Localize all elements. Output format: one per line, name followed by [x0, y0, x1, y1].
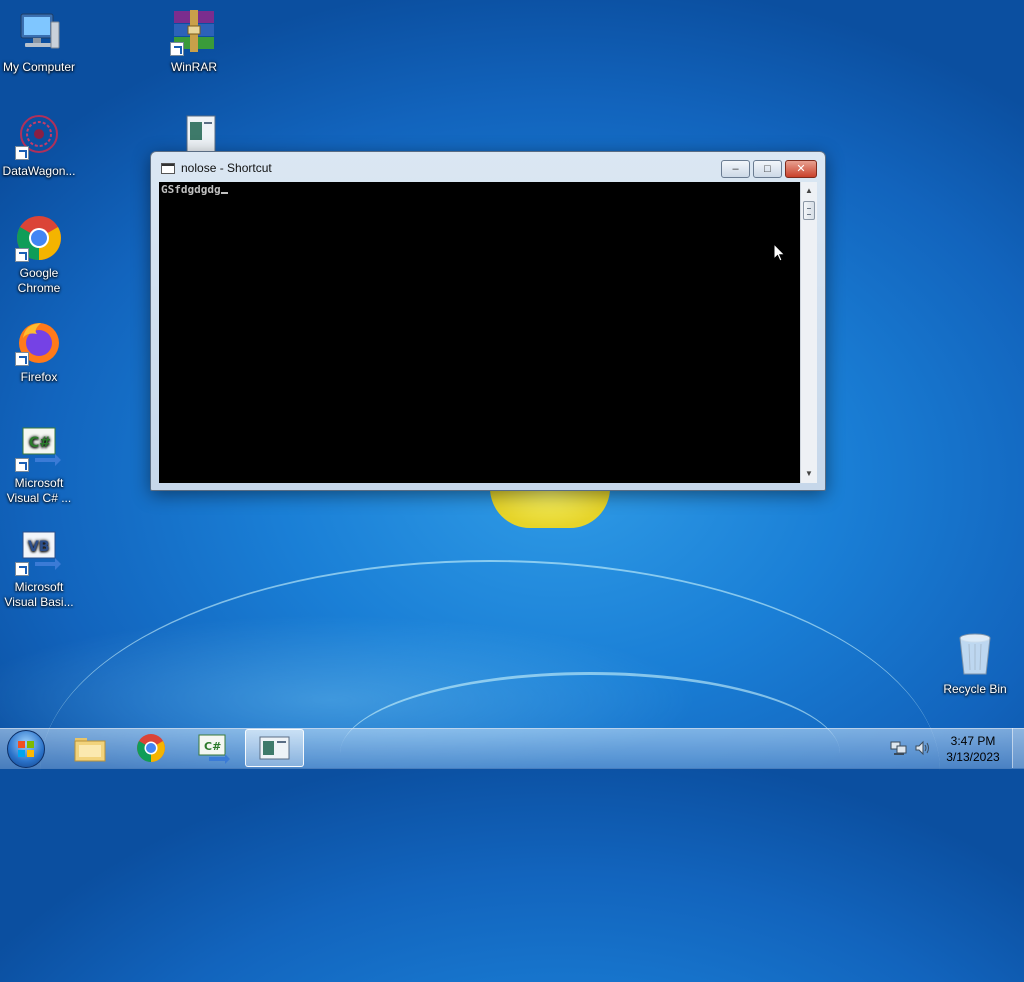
visual-basic-icon: VB — [15, 528, 63, 576]
scroll-up-arrow-icon[interactable]: ▲ — [801, 183, 817, 199]
vertical-scrollbar[interactable]: ▲ ▼ — [800, 182, 817, 483]
console-output-area[interactable]: GSfdgdgdg — [159, 182, 800, 483]
window-title: nolose - Shortcut — [181, 161, 272, 175]
taskbar-visual-csharp-button[interactable]: C# — [185, 729, 241, 767]
console-window[interactable]: nolose - Shortcut – □ ✕ GSfdgdgdg ▲ ▼ — [150, 151, 826, 491]
scrollbar-thumb[interactable] — [803, 201, 815, 220]
desktop-icon-label: Recycle Bin — [943, 682, 1007, 696]
desktop-icon-label: DataWagon... — [2, 164, 76, 178]
folder-icon — [74, 738, 106, 762]
show-desktop-button[interactable] — [1012, 728, 1024, 768]
windows-logo-icon — [18, 741, 34, 757]
clock-time: 3:47 PM — [950, 734, 996, 748]
taskbar-console-button[interactable] — [245, 729, 304, 767]
computer-icon — [15, 8, 63, 56]
visual-csharp-icon: C# — [15, 424, 63, 472]
desktop-icon-label: WinRAR — [170, 60, 217, 74]
svg-text:VB: VB — [28, 539, 50, 555]
datawagon-icon — [15, 112, 63, 160]
clock-date: 3/13/2023 — [946, 750, 1000, 764]
desktop-icon-my-computer[interactable]: My Computer — [0, 8, 78, 75]
desktop-icon-label: Microsoft Visual C# ... — [6, 476, 72, 505]
visual-csharp-icon: C# — [198, 734, 230, 764]
minimize-button[interactable]: – — [721, 160, 750, 178]
shortcut-arrow-icon — [15, 562, 29, 576]
desktop-icon-firefox[interactable]: Firefox — [0, 318, 78, 385]
firefox-icon — [15, 318, 63, 366]
shortcut-arrow-icon — [15, 458, 29, 472]
chrome-icon — [137, 734, 165, 762]
desktop-icon-chrome[interactable]: Google Chrome — [0, 214, 78, 296]
desktop-icon-datawagon[interactable]: DataWagon... — [0, 112, 78, 179]
console-window-icon — [161, 163, 175, 174]
taskbar-clock[interactable]: 3:47 PM 3/13/2023 — [940, 733, 1006, 765]
svg-text:C#: C# — [29, 435, 51, 451]
wallpaper-flower — [490, 488, 610, 528]
chrome-icon — [15, 214, 63, 262]
console-text-line: GSfdgdgdg — [161, 183, 228, 196]
wallpaper-swoosh — [40, 560, 940, 982]
console-text: GSfdgdgdg — [161, 183, 221, 196]
start-button[interactable] — [7, 730, 45, 768]
recycle-bin-icon — [951, 630, 999, 678]
shortcut-arrow-icon — [15, 352, 29, 366]
console-app-icon — [259, 736, 290, 760]
scroll-down-arrow-icon[interactable]: ▼ — [801, 466, 817, 482]
desktop-icon-label: My Computer — [2, 60, 76, 74]
volume-icon[interactable] — [914, 740, 932, 756]
mouse-pointer-icon — [773, 243, 786, 262]
desktop-icon-label: Google Chrome — [17, 266, 61, 295]
taskbar-explorer-button[interactable] — [61, 729, 117, 767]
desktop-icon-visual-basic[interactable]: VB Microsoft Visual Basi... — [0, 528, 78, 610]
network-icon[interactable] — [890, 740, 908, 756]
maximize-button[interactable]: □ — [753, 160, 782, 178]
text-cursor — [220, 192, 228, 194]
close-button[interactable]: ✕ — [785, 160, 817, 178]
desktop-icon-label: Firefox — [20, 370, 58, 384]
desktop-icon-label: Microsoft Visual Basi... — [4, 580, 74, 609]
svg-text:C#: C# — [204, 740, 221, 753]
shortcut-arrow-icon — [15, 146, 29, 160]
shortcut-arrow-icon — [170, 42, 184, 56]
shortcut-arrow-icon — [15, 248, 29, 262]
window-titlebar[interactable]: nolose - Shortcut – □ ✕ — [151, 152, 825, 182]
desktop-icon-visual-csharp[interactable]: C# Microsoft Visual C# ... — [0, 424, 78, 506]
desktop-icon-winrar[interactable]: WinRAR — [155, 8, 233, 75]
desktop-icon-recycle-bin[interactable]: Recycle Bin — [936, 630, 1014, 697]
taskbar-chrome-button[interactable] — [123, 729, 179, 767]
winrar-icon — [170, 8, 218, 56]
